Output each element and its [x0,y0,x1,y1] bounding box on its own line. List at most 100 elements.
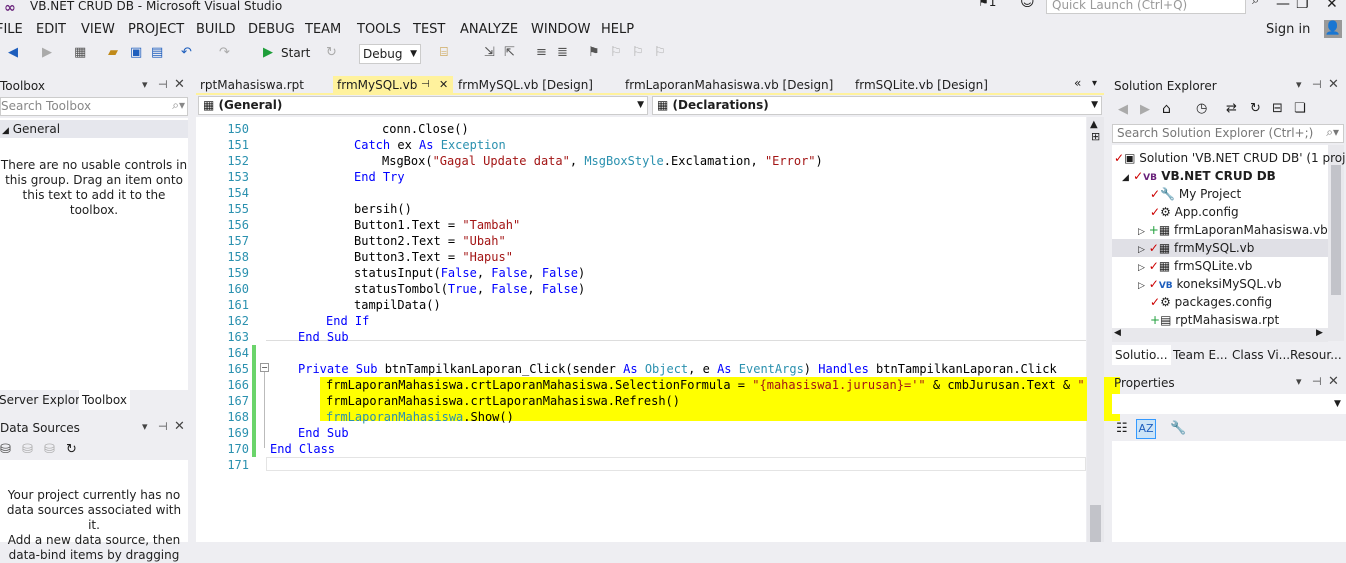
step-over-icon[interactable]: ⇱ [504,45,515,60]
dropdown-icon[interactable]: ▾ [1296,375,1302,388]
start-icon[interactable]: ▶ [263,45,273,60]
menu-help[interactable]: HELP [601,22,634,37]
scroll-up-icon[interactable]: ▲ [1090,119,1098,130]
tree-item-rpt[interactable]: +▤ rptMahasiswa.rpt [1150,311,1279,329]
split-icon[interactable]: ⊞ [1091,130,1103,143]
back-icon[interactable]: ◀ [8,45,18,60]
open-folder-icon[interactable]: ▰ [108,45,118,60]
property-pages-icon[interactable]: 🔧 [1170,421,1186,436]
menu-view[interactable]: VIEW [81,22,115,37]
show-all-files-icon[interactable]: ❏ [1294,101,1306,116]
dropdown-icon[interactable]: ▾ [142,420,148,433]
notification-icon[interactable]: ⚑1 [978,0,996,9]
tab-rptmahasiswa[interactable]: rptMahasiswa.rpt [196,76,304,94]
refresh-icon[interactable]: ↻ [326,45,337,60]
configure-icon[interactable]: ⛁ [44,442,55,457]
tab-resource-view[interactable]: Resour... [1287,345,1345,365]
home-icon[interactable]: ⌂ [1162,101,1171,117]
tree-item-koneksi[interactable]: ▷ ✓VB koneksiMySQL.vb [1138,275,1282,293]
member-select[interactable]: ▦ (Declarations) ▼ [652,96,1102,115]
tab-frmlaporan-design[interactable]: frmLaporanMahasiswa.vb [Design] [621,76,833,94]
tree-item-frmsqlite[interactable]: ▷ ✓▦ frmSQLite.vb [1138,257,1252,275]
tab-toolbox[interactable]: Toolbox [79,390,130,410]
step-into-icon[interactable]: ⇲ [484,45,495,60]
pin-icon[interactable]: ⊣ [1312,78,1322,91]
collapse-toggle-icon[interactable]: − [260,363,269,372]
edit-dataset-icon[interactable]: ⛁ [22,442,33,457]
save-all-icon[interactable]: ▤ [151,45,163,60]
refresh-icon[interactable]: ↻ [1250,101,1261,116]
maximize-button[interactable]: ❐ [1296,0,1309,12]
configuration-select[interactable]: Debug ▼ [359,44,421,64]
back-icon[interactable]: ◀ [1118,102,1128,117]
undo-icon[interactable]: ↶ [181,45,192,60]
menu-tools[interactable]: TOOLS [357,22,401,37]
avatar[interactable]: 👤 [1324,20,1342,38]
tab-frmmysql-vb[interactable]: frmMySQL.vb ⊣ ✕ [333,76,453,94]
menu-project[interactable]: PROJECT [128,22,184,37]
close-panel-icon[interactable]: ✕ [174,77,185,92]
menu-team[interactable]: TEAM [305,22,341,37]
tab-solution-explorer[interactable]: Solutio... [1112,345,1171,365]
close-button[interactable]: ✕ [1326,0,1338,12]
tab-overflow-icon[interactable]: « [1074,76,1081,90]
tree-item-packages[interactable]: ✓⚙ packages.config [1150,293,1272,311]
tree-item-frmlaporan[interactable]: ▷ +▦ frmLaporanMahasiswa.vb [1138,221,1328,239]
tab-team-explorer[interactable]: Team E... [1170,345,1231,365]
scroll-thumb[interactable] [1090,505,1101,542]
alphabetical-icon[interactable]: AZ [1136,419,1156,439]
bookmark-icon[interactable]: ⚑ [588,45,600,60]
menu-build[interactable]: BUILD [196,22,236,37]
scroll-right-icon[interactable]: ▶ [1316,328,1323,338]
comment-icon[interactable]: ≡ [536,45,547,60]
next-bookmark-icon[interactable]: ⚐ [632,45,644,60]
close-panel-icon[interactable]: ✕ [1328,77,1339,92]
new-project-icon[interactable]: ▦ [74,45,86,60]
start-button[interactable]: Start [281,46,310,60]
menu-window[interactable]: WINDOW [531,22,591,37]
solution-search-input[interactable]: Search Solution Explorer (Ctrl+;) ⌕▾ [1112,124,1344,143]
class-select[interactable]: ▦ (General) ▼ [198,96,648,115]
forward-icon[interactable]: ▶ [1140,102,1150,117]
toolbox-group-general[interactable]: ◢ General [0,120,188,138]
collapse-all-icon[interactable]: ⊟ [1272,101,1283,116]
tab-frmsqlite-design[interactable]: frmSQLite.vb [Design] [851,76,988,94]
solution-hscrollbar[interactable] [1112,328,1328,342]
feedback-icon[interactable]: ☺ [1020,0,1035,10]
tab-dropdown-icon[interactable]: ▾ [1092,78,1097,89]
chevron-down-icon[interactable]: ▼ [1334,399,1341,409]
refresh-icon[interactable]: ↻ [66,442,77,457]
tab-class-view[interactable]: Class Vi... [1229,345,1293,365]
uncomment-icon[interactable]: ≣ [557,45,568,60]
save-icon[interactable]: ▣ [130,45,142,60]
sign-in-link[interactable]: Sign in [1266,22,1310,37]
menu-file[interactable]: FILE [0,22,23,37]
find-icon[interactable]: ⌸ [440,45,448,60]
sync-icon[interactable]: ⇄ [1226,101,1237,116]
toolbox-search-input[interactable]: Search Toolbox ⌕▾ [0,97,188,116]
menu-test[interactable]: TEST [413,22,445,37]
tree-item-frmmysql[interactable]: ▷ ✓▦ frmMySQL.vb [1138,239,1254,257]
dropdown-icon[interactable]: ▾ [1296,78,1302,91]
vertical-scrollbar[interactable] [1087,117,1104,542]
minimize-button[interactable]: — [1276,0,1290,12]
pin-icon[interactable]: ⊣ [421,76,430,94]
tree-item-solution[interactable]: ✓▣ Solution 'VB.NET CRUD DB' (1 proj [1114,149,1345,167]
add-data-source-icon[interactable]: ⛁ [0,442,11,457]
properties-object-select[interactable] [1112,394,1346,414]
tree-item-project[interactable]: ◢ ✓VB VB.NET CRUD DB [1122,167,1276,185]
pin-icon[interactable]: ⊣ [1312,375,1322,388]
close-tab-icon[interactable]: ✕ [439,76,448,94]
search-icon[interactable]: ⌕ [1252,0,1259,8]
pin-icon[interactable]: ⊣ [158,78,168,91]
redo-icon[interactable]: ↷ [219,45,230,60]
pin-icon[interactable]: ⊣ [158,420,168,433]
prev-bookmark-icon[interactable]: ⚐ [610,45,622,60]
categorized-icon[interactable]: ☷ [1116,421,1128,436]
tree-item-my-project[interactable]: ✓🔧 My Project [1150,185,1241,203]
history-icon[interactable]: ◷ [1196,101,1207,116]
close-panel-icon[interactable]: ✕ [174,419,185,434]
quick-launch-input[interactable]: Quick Launch (Ctrl+Q) [1046,0,1246,14]
scroll-left-icon[interactable]: ◀ [1114,328,1121,338]
tree-item-app-config[interactable]: ✓⚙ App.config [1150,203,1239,221]
